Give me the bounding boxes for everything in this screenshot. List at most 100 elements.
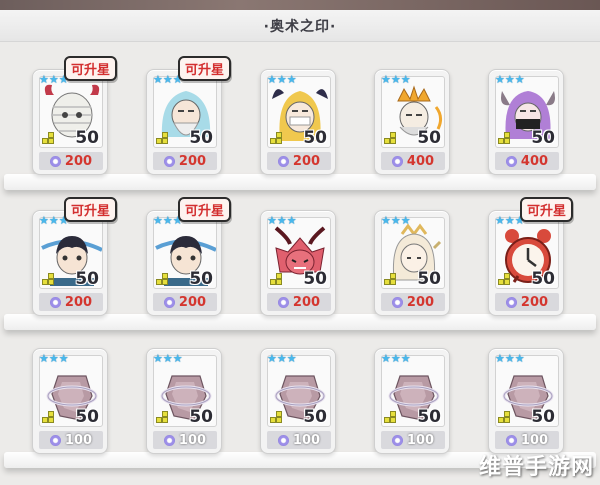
gem-icon [505, 296, 517, 308]
star-icon: ★ [48, 73, 59, 86]
seal-card-r2-c1[interactable]: ★ ★ ★ 50 200 可升星 [32, 197, 117, 316]
card-level: 50 [531, 269, 555, 289]
star-icon: ★ [390, 352, 401, 365]
star-icon: ★ [276, 352, 287, 365]
upgrade-cost: 200 [153, 293, 217, 311]
gem-icon [277, 155, 289, 167]
seal-card-r3-c2[interactable]: ★ ★ ★ 50 100 [146, 348, 222, 454]
star-icon: ★ [286, 352, 297, 365]
upgradable-badge: 可升星 [519, 197, 573, 222]
cost-value: 200 [292, 294, 321, 310]
star-icon: ★ [400, 352, 411, 365]
star-icon: ★ [267, 73, 277, 86]
upgrade-cost: 100 [39, 431, 103, 449]
star-icon: ★ [504, 352, 515, 365]
gem-icon [391, 155, 403, 167]
star-icon: ★ [390, 214, 401, 227]
page-title: ·奥术之印· [263, 18, 337, 35]
level-block-icon [42, 132, 54, 144]
upgrade-cost: 400 [381, 152, 445, 170]
cost-value: 200 [64, 294, 93, 310]
cost-value: 200 [178, 153, 207, 169]
star-rating: ★ ★ ★ [381, 215, 411, 226]
upgradable-badge: 可升星 [63, 56, 117, 81]
star-icon: ★ [495, 214, 505, 227]
seal-card-r2-c5[interactable]: ★ ★ ★ 50 200 可升星 [488, 197, 573, 316]
star-icon: ★ [400, 214, 411, 227]
star-icon: ★ [172, 352, 183, 365]
star-icon: ★ [276, 214, 287, 227]
gem-icon [163, 434, 175, 446]
star-rating: ★ ★ ★ [267, 74, 297, 85]
star-icon: ★ [390, 73, 401, 86]
card-level: 50 [531, 407, 555, 427]
star-icon: ★ [39, 352, 49, 365]
cost-value: 400 [406, 153, 435, 169]
star-icon: ★ [381, 214, 391, 227]
card-level: 50 [75, 269, 99, 289]
star-icon: ★ [504, 214, 515, 227]
level-block-icon [270, 411, 282, 423]
level-block-icon [270, 273, 282, 285]
card-level: 50 [303, 407, 327, 427]
cost-value: 100 [520, 432, 549, 448]
card-level: 50 [75, 128, 99, 148]
seal-card-r2-c2[interactable]: ★ ★ ★ 50 200 可升星 [146, 197, 231, 316]
level-block-icon [156, 411, 168, 423]
seal-card-r3-c5[interactable]: ★ ★ ★ 50 100 [488, 348, 564, 454]
star-rating: ★ ★ ★ [495, 353, 525, 364]
card-level: 50 [417, 128, 441, 148]
star-icon: ★ [381, 352, 391, 365]
level-block-icon [42, 273, 54, 285]
seal-card-r3-c1[interactable]: ★ ★ ★ 50 100 [32, 348, 108, 454]
star-icon: ★ [504, 73, 515, 86]
star-icon: ★ [276, 73, 287, 86]
gem-icon [277, 296, 289, 308]
upgrade-cost: 100 [153, 431, 217, 449]
gem-icon [505, 434, 517, 446]
seal-card-r2-c4[interactable]: ★ ★ ★ 50 200 [374, 210, 450, 316]
upgrade-cost: 100 [381, 431, 445, 449]
cost-value: 100 [406, 432, 435, 448]
upgrade-cost: 200 [495, 293, 559, 311]
level-block-icon [156, 132, 168, 144]
star-icon: ★ [400, 73, 411, 86]
star-icon: ★ [162, 352, 173, 365]
star-rating: ★ ★ ★ [381, 74, 411, 85]
upgrade-cost: 400 [495, 152, 559, 170]
seal-card-r3-c4[interactable]: ★ ★ ★ 50 100 [374, 348, 450, 454]
level-block-icon [384, 411, 396, 423]
seal-card-r1-c4[interactable]: ★ ★ ★ 50 400 [374, 69, 450, 175]
star-icon: ★ [153, 352, 163, 365]
card-level: 50 [189, 269, 213, 289]
star-icon: ★ [514, 352, 525, 365]
seal-card-r1-c1[interactable]: ★ ★ ★ 50 200 可升星 [32, 56, 117, 175]
upgradable-badge: 可升星 [177, 197, 231, 222]
level-block-icon [156, 273, 168, 285]
star-icon: ★ [514, 73, 525, 86]
seal-card-r1-c5[interactable]: ★ ★ ★ 50 400 [488, 69, 564, 175]
gem-icon [391, 434, 403, 446]
star-rating: ★ ★ ★ [153, 353, 183, 364]
seal-card-r3-c3[interactable]: ★ ★ ★ 50 100 [260, 348, 336, 454]
seal-card-r1-c3[interactable]: ★ ★ ★ 50 200 [260, 69, 336, 175]
star-icon: ★ [286, 73, 297, 86]
upgradable-badge: 可升星 [63, 197, 117, 222]
watermark-text: 维普手游网 [478, 455, 594, 480]
card-level: 50 [75, 407, 99, 427]
upgrade-cost: 200 [267, 152, 331, 170]
gem-icon [163, 296, 175, 308]
star-rating: ★ ★ ★ [495, 74, 525, 85]
star-icon: ★ [162, 73, 173, 86]
cost-value: 200 [292, 153, 321, 169]
star-rating: ★ ★ ★ [267, 353, 297, 364]
seal-card-r2-c3[interactable]: ★ ★ ★ 50 200 [260, 210, 336, 316]
seal-card-r1-c2[interactable]: ★ ★ ★ 50 200 可升星 [146, 56, 231, 175]
gem-icon [49, 434, 61, 446]
level-block-icon [498, 411, 510, 423]
cost-value: 200 [178, 294, 207, 310]
level-block-icon [384, 132, 396, 144]
star-icon: ★ [162, 214, 173, 227]
card-level: 50 [189, 407, 213, 427]
star-icon: ★ [153, 73, 163, 86]
